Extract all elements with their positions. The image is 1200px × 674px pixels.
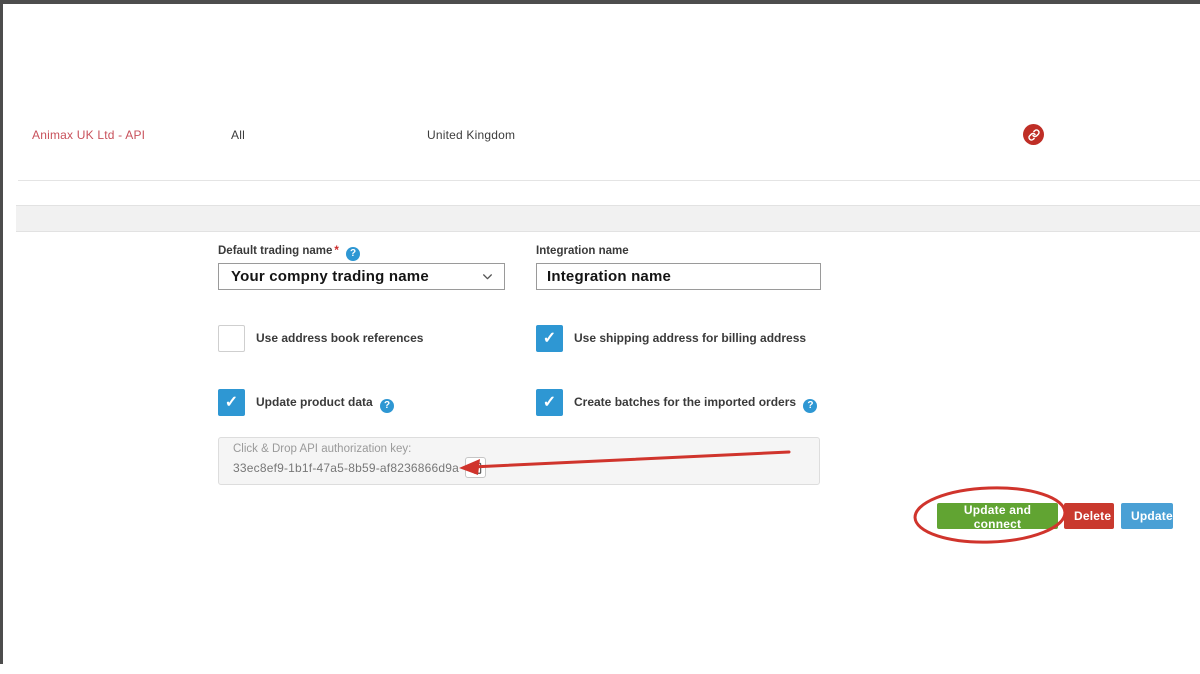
window-top-edge <box>0 0 1200 4</box>
checkbox-label-create-batches: Create batches for the imported orders ? <box>574 389 817 416</box>
trading-name-label: Default trading name* ? <box>218 245 360 261</box>
help-icon[interactable]: ? <box>803 399 817 413</box>
check-icon: ✓ <box>543 392 556 412</box>
checkbox-label-update-product-data: Update product data ? <box>256 389 394 416</box>
trading-name-select[interactable]: Your compny trading name <box>218 263 505 290</box>
update-button[interactable]: Update <box>1121 503 1173 529</box>
section-header-bar <box>16 205 1200 232</box>
checkbox-create-batches[interactable]: ✓ <box>536 389 563 416</box>
copy-to-clipboard-icon <box>469 461 483 475</box>
copy-api-key-button[interactable] <box>465 457 486 478</box>
checkbox-label-address-book: Use address book references <box>256 325 423 352</box>
section-divider <box>18 180 1200 181</box>
window-left-edge <box>0 0 3 664</box>
checkbox-address-book-references[interactable]: ✓ <box>218 325 245 352</box>
integration-name-input[interactable] <box>536 263 821 290</box>
integration-name-label: Integration name <box>536 245 629 257</box>
help-icon[interactable]: ? <box>346 247 360 261</box>
api-key-panel: Click & Drop API authorization key: 33ec… <box>218 437 820 485</box>
api-key-label: Click & Drop API authorization key: <box>233 443 805 455</box>
integration-row-name[interactable]: Animax UK Ltd - API <box>32 128 145 142</box>
integration-row-country: United Kingdom <box>427 128 515 142</box>
required-asterisk: * <box>334 245 338 257</box>
chevron-down-icon <box>481 270 494 283</box>
integration-settings-page: Animax UK Ltd - API All United Kingdom D… <box>0 0 1200 674</box>
check-icon: ✓ <box>225 392 238 412</box>
integration-row-channel: All <box>231 128 245 142</box>
api-key-value: 33ec8ef9-1b1f-47a5-8b59-af8236866d9a <box>233 461 459 475</box>
link-icon <box>1028 129 1040 141</box>
checkbox-update-product-data[interactable]: ✓ <box>218 389 245 416</box>
connected-status-badge[interactable] <box>1023 124 1044 145</box>
delete-button[interactable]: Delete <box>1064 503 1114 529</box>
update-and-connect-button[interactable]: Update and connect <box>937 503 1058 529</box>
trading-name-select-value: Your compny trading name <box>219 268 481 285</box>
help-icon[interactable]: ? <box>380 399 394 413</box>
checkbox-shipping-for-billing[interactable]: ✓ <box>536 325 563 352</box>
checkbox-label-shipping-for-billing: Use shipping address for billing address <box>574 325 806 352</box>
check-icon: ✓ <box>543 328 556 348</box>
